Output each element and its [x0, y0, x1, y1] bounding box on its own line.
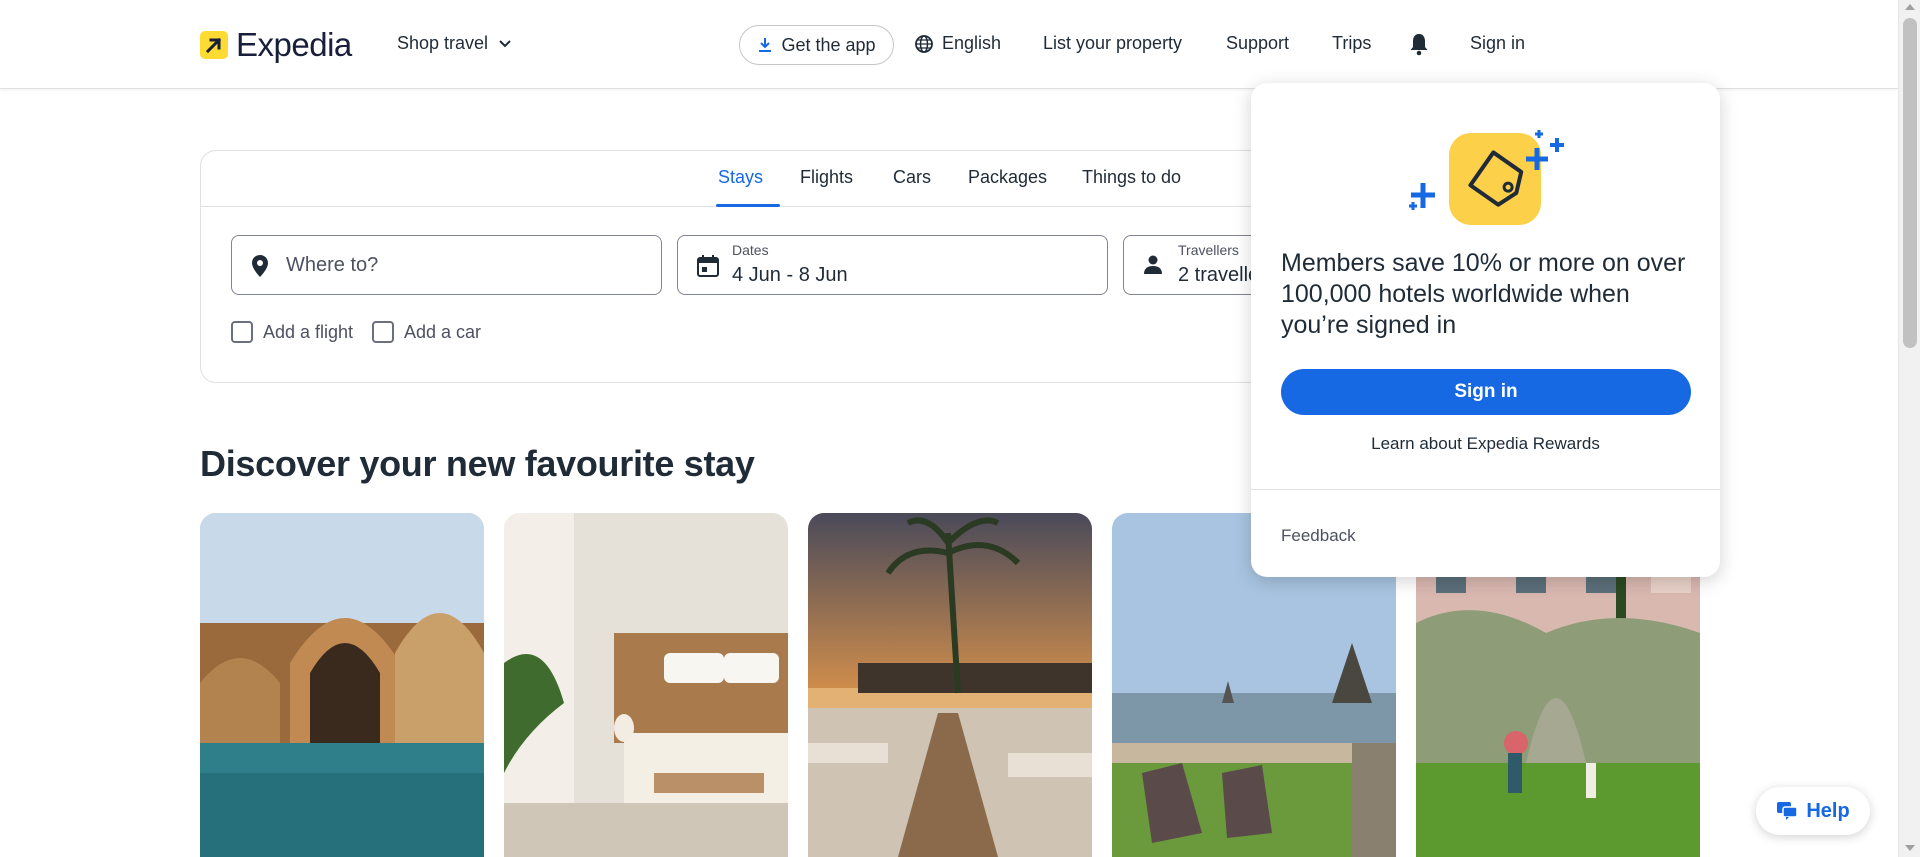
language-selector[interactable]: English [914, 33, 1001, 54]
bedroom-image [504, 513, 788, 857]
feedback-link[interactable]: Feedback [1281, 526, 1356, 546]
add-car-label: Add a car [404, 321, 482, 342]
list-property-link[interactable]: List your property [1043, 33, 1182, 54]
list-property-label: List your property [1043, 33, 1183, 53]
scroll-up-arrow-icon[interactable] [1905, 4, 1915, 10]
tab-cars[interactable]: Cars [893, 167, 931, 188]
notifications-button[interactable] [1408, 32, 1430, 56]
language-label: English [942, 33, 1002, 53]
logo-text: Expedia [236, 26, 352, 63]
rooftop-sunset-photo[interactable] [808, 513, 1092, 857]
add-flight-box[interactable] [231, 321, 253, 343]
learn-rewards-link[interactable]: Learn about Expedia Rewards [1251, 434, 1720, 454]
get-the-app-button[interactable]: Get the app [739, 25, 894, 65]
dates-value: 4 Jun - 8 Jun [732, 264, 848, 286]
get-the-app-label: Get the app [781, 34, 876, 55]
pool-domes-photo[interactable] [200, 513, 484, 857]
sign-in-link[interactable]: Sign in [1470, 33, 1525, 54]
bell-icon [1410, 34, 1428, 56]
location-pin-icon [252, 255, 268, 277]
pool-domes-image [200, 513, 484, 857]
rewards-tag-icon [1409, 130, 1564, 225]
dates-field[interactable]: Dates 4 Jun - 8 Jun [677, 235, 1108, 295]
chat-icon [1777, 802, 1799, 820]
active-tab-indicator [716, 204, 780, 207]
top-header: Expedia Shop travel Get the app English … [0, 0, 1898, 89]
destination-field[interactable]: Where to? [231, 235, 662, 295]
chevron-down-icon [499, 39, 511, 47]
page-scrollbar[interactable] [1898, 0, 1920, 857]
tab-packages[interactable]: Packages [968, 167, 1047, 188]
popover-message: Members save 10% or more on over 100,000… [1281, 249, 1686, 339]
globe-icon [915, 34, 933, 53]
rooftop-sunset-image [808, 513, 1092, 857]
person-icon [1144, 255, 1162, 274]
support-link[interactable]: Support [1226, 33, 1289, 54]
sign-in-label: Sign in [1470, 33, 1526, 53]
download-icon [759, 38, 772, 52]
travellers-label: Travellers [1178, 242, 1239, 258]
tab-flights[interactable]: Flights [800, 167, 853, 188]
destination-placeholder: Where to? [286, 254, 379, 276]
add-flight-label: Add a flight [263, 321, 354, 342]
popover-divider [1251, 489, 1720, 490]
sign-in-popover: Members save 10% or more on over 100,000… [1251, 83, 1720, 577]
add-car-checkbox[interactable]: Add a car [372, 321, 481, 343]
bedroom-photo[interactable] [504, 513, 788, 857]
scroll-thumb[interactable] [1903, 18, 1917, 348]
add-flight-checkbox[interactable]: Add a flight [231, 321, 353, 343]
shop-travel-menu[interactable]: Shop travel [397, 33, 512, 54]
trips-label: Trips [1332, 33, 1372, 53]
dates-label: Dates [732, 242, 769, 258]
add-car-box[interactable] [372, 321, 394, 343]
support-label: Support [1226, 33, 1290, 53]
tab-stays[interactable]: Stays [718, 167, 763, 188]
expedia-logo-icon [200, 31, 228, 59]
scroll-down-arrow-icon[interactable] [1905, 845, 1915, 851]
tab-things-to-do[interactable]: Things to do [1082, 167, 1181, 188]
section-title: Discover your new favourite stay [200, 443, 755, 484]
help-label: Help [1806, 799, 1850, 822]
help-button[interactable]: Help [1756, 787, 1870, 835]
trips-link[interactable]: Trips [1332, 33, 1371, 54]
popover-sign-in-button[interactable]: Sign in [1281, 369, 1691, 415]
shop-travel-label: Shop travel [397, 33, 489, 53]
expedia-logo[interactable]: Expedia [200, 26, 352, 63]
calendar-icon [697, 255, 719, 277]
